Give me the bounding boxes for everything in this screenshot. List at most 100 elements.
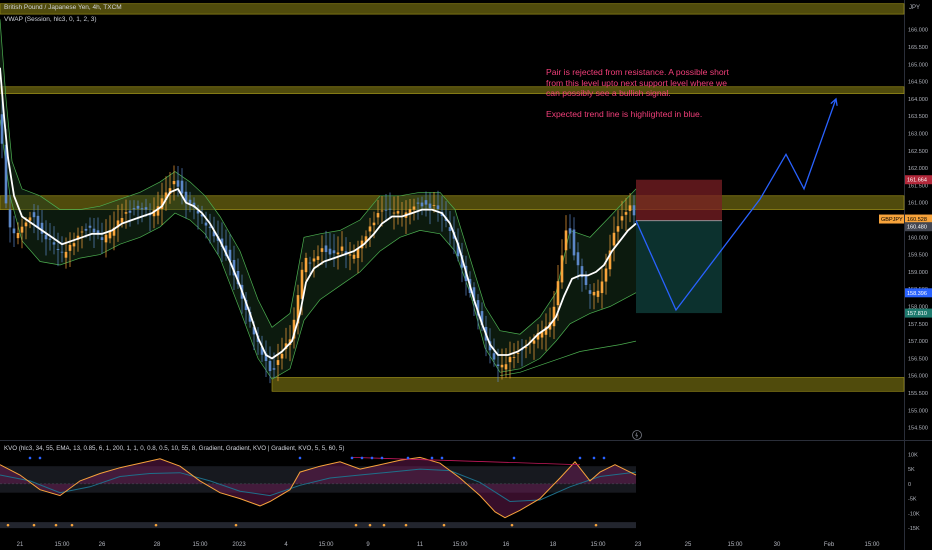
candle-body — [60, 251, 64, 253]
zone-support — [271, 377, 905, 392]
candle-body — [316, 256, 320, 260]
candle-body — [312, 258, 316, 262]
candle-body — [340, 246, 344, 251]
price-tag-label-level: 158.396 — [907, 291, 927, 297]
candle-body — [308, 262, 312, 264]
candle-body — [140, 208, 144, 210]
kvo-top-marker — [370, 456, 374, 460]
candle-body — [512, 357, 516, 358]
vwap-legend[interactable]: VWAP (Session, hlc3, 0, 1, 2, 3) — [4, 16, 97, 23]
candle-body — [384, 209, 388, 211]
candle-body — [0, 114, 4, 144]
zone-resistance-top — [0, 3, 905, 15]
time-tick-label: 2023 — [232, 542, 246, 548]
candle-body — [144, 207, 148, 210]
candle-body — [124, 212, 128, 214]
kvo-lower-band — [0, 522, 636, 529]
candle-body — [108, 231, 112, 239]
price-tick-label: 161.000 — [908, 201, 928, 207]
candle-body — [16, 232, 20, 239]
candle-body — [564, 230, 568, 251]
candle-body — [324, 245, 328, 253]
candle-body — [592, 291, 596, 296]
candle-body — [188, 199, 192, 204]
kvo-tick-label: -10K — [908, 511, 920, 517]
candle-body — [20, 226, 24, 233]
candle-body — [32, 212, 36, 218]
candle-body — [604, 268, 608, 282]
price-tick-label: 165.000 — [908, 62, 928, 68]
candle-body — [128, 210, 132, 213]
time-tick-label: 15:00 — [590, 542, 606, 548]
candle-body — [436, 205, 440, 209]
analysis-annotation[interactable]: Pair is rejected from resistance. A poss… — [546, 67, 736, 120]
price-tick-label: 155.500 — [908, 391, 928, 397]
candle-body — [596, 290, 600, 297]
time-tick-label: 30 — [774, 542, 781, 548]
kvo-top-marker — [440, 456, 444, 460]
candle-body — [412, 206, 416, 210]
candle-body — [600, 281, 604, 294]
time-tick-label: 23 — [635, 542, 642, 548]
candle-body — [8, 209, 12, 228]
kvo-top-marker — [350, 456, 354, 460]
kvo-tick-label: 0 — [908, 482, 911, 488]
candle-body — [104, 234, 108, 243]
candle-body — [100, 237, 104, 241]
kvo-bottom-marker — [70, 523, 74, 527]
price-tick-label: 155.000 — [908, 408, 928, 414]
candle-body — [620, 216, 624, 221]
candle-body — [120, 218, 124, 223]
kvo-bottom-marker — [404, 523, 408, 527]
candle-body — [612, 232, 616, 246]
symbol-price-tag-label: GBPJPY — [881, 217, 903, 223]
candle-body — [576, 252, 580, 266]
price-tick-label: 163.000 — [908, 131, 928, 137]
candle-body — [276, 360, 280, 365]
kvo-tick-label: -15K — [908, 526, 920, 532]
candle-body — [272, 368, 276, 370]
kvo-bottom-marker — [32, 523, 36, 527]
price-tick-label: 162.000 — [908, 166, 928, 172]
candle-body — [64, 251, 68, 258]
kvo-top-marker — [578, 456, 582, 460]
candle-body — [368, 226, 372, 232]
candle-body — [88, 225, 92, 228]
symbol-title[interactable]: British Pound / Japanese Yen, 4h, TXCM — [4, 4, 122, 11]
kvo-legend[interactable]: KVO (hlc3, 34, 55, EMA, 13, 0.85, 6, 1, … — [4, 445, 344, 452]
candle-body — [136, 205, 140, 209]
kvo-bottom-marker — [442, 523, 446, 527]
candle-body — [432, 205, 436, 206]
kvo-top-marker — [28, 456, 32, 460]
candle-body — [352, 254, 356, 259]
candle-body — [132, 208, 136, 210]
price-tick-label: 163.500 — [908, 114, 928, 120]
kvo-bottom-marker — [382, 523, 386, 527]
candle-body — [420, 202, 424, 207]
kvo-bottom-marker — [368, 523, 372, 527]
kvo-top-marker — [380, 456, 384, 460]
candle-body — [96, 230, 100, 234]
kvo-top-marker — [602, 456, 606, 460]
kvo-bottom-marker — [154, 523, 158, 527]
candle-body — [28, 217, 32, 221]
price-tick-label: 162.500 — [908, 149, 928, 155]
kvo-top-marker — [430, 456, 434, 460]
price-tick-label: 156.000 — [908, 374, 928, 380]
candle-body — [68, 244, 72, 251]
candle-body — [572, 229, 576, 256]
time-tick-label: 15:00 — [318, 542, 334, 548]
candle-body — [328, 248, 332, 255]
candle-body — [176, 180, 180, 187]
candle-body — [336, 252, 340, 255]
candle-body — [416, 202, 420, 204]
chart-canvas[interactable]: JPY 166.000 165.500 165.000 164.500 164.000 16… — [0, 0, 932, 550]
price-tick-label: 156.500 — [908, 356, 928, 362]
time-tick-label: 15:00 — [864, 542, 880, 548]
candle-body — [396, 211, 400, 214]
candle-body — [556, 281, 560, 306]
time-tick-label: 16 — [503, 542, 510, 548]
time-tick-label: 26 — [99, 542, 106, 548]
price-tick-label: 166.000 — [908, 28, 928, 34]
kvo-bottom-marker — [54, 523, 58, 527]
